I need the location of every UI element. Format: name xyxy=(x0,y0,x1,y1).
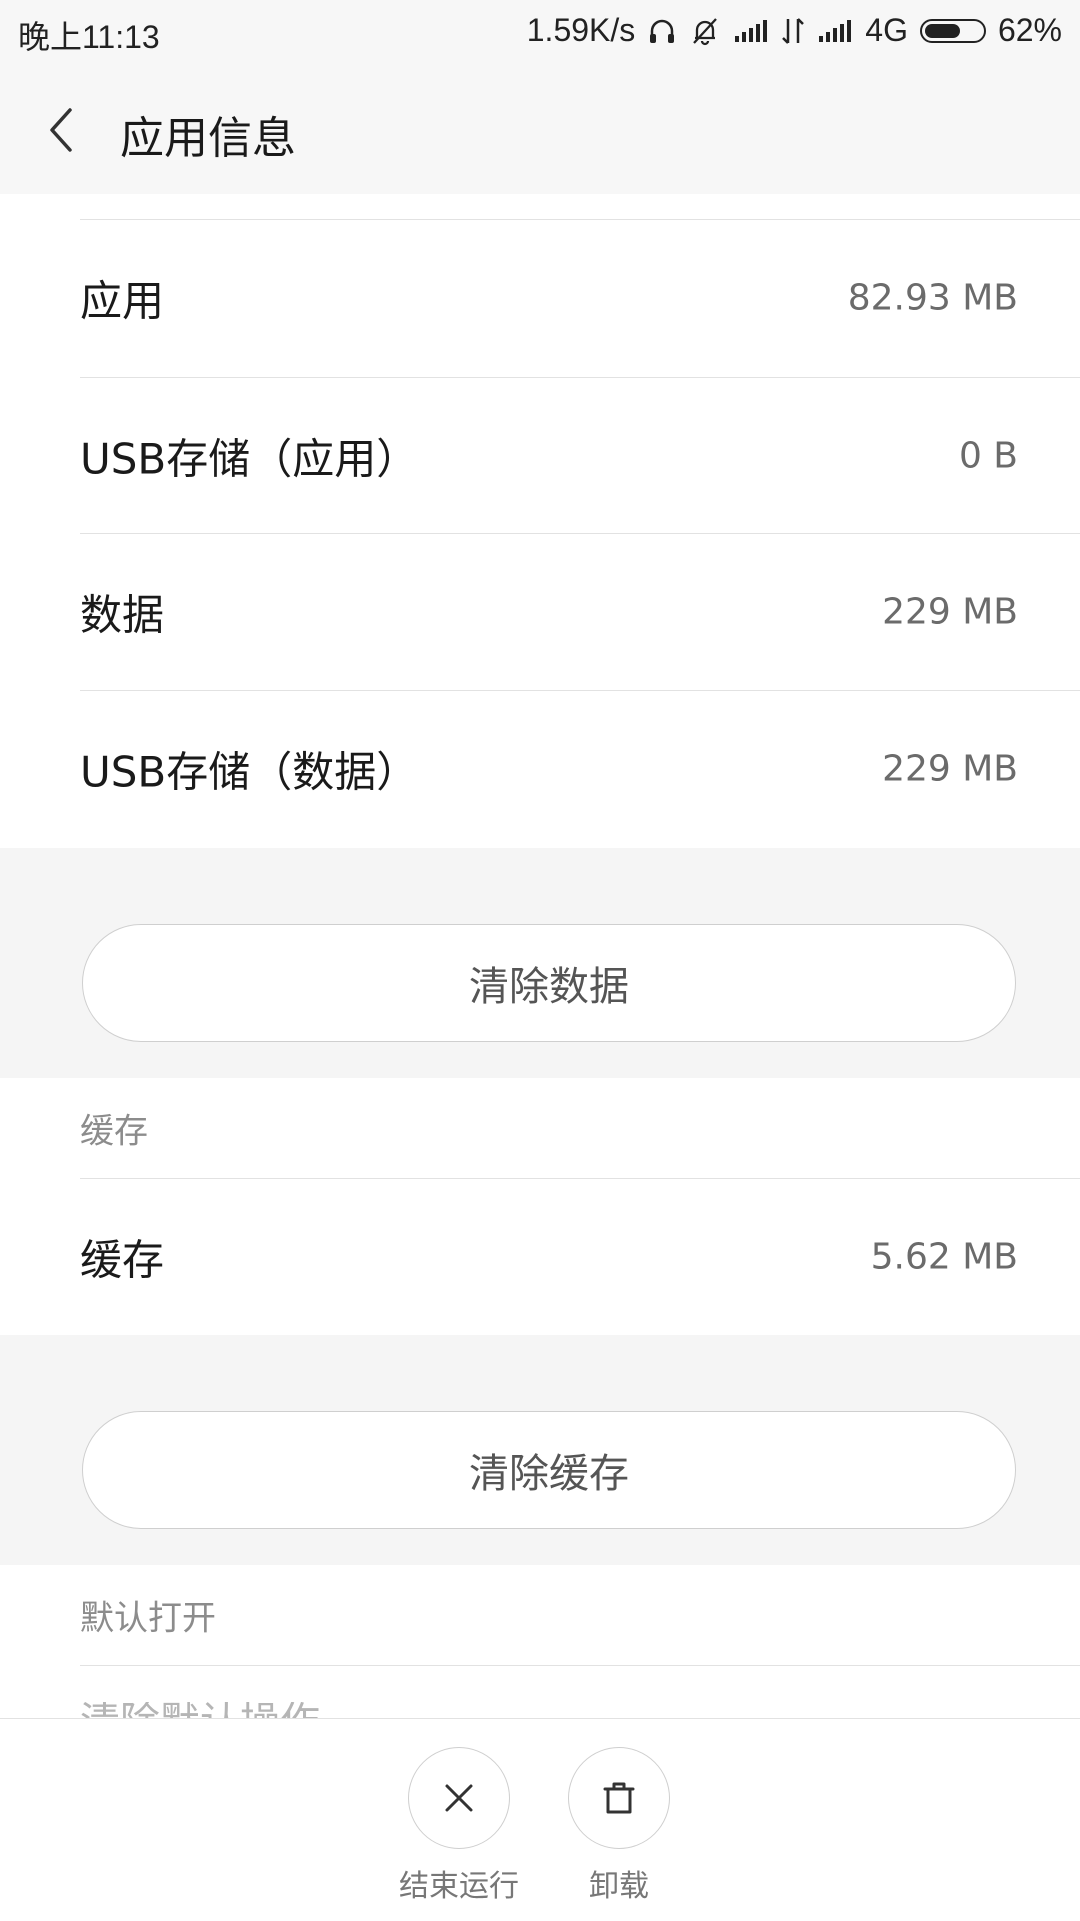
bottom-action-bar: 结束运行 卸载 xyxy=(0,1718,1080,1921)
storage-row-usb-app: USB存储（应用） 0 B xyxy=(0,378,1080,534)
clear-data-area: 清除数据 xyxy=(0,848,1080,1078)
status-bar: 晚上11:13 1.59K/s 4G 62% xyxy=(0,0,1080,64)
row-label: 应用 xyxy=(80,276,165,326)
battery-percent: 62% xyxy=(997,12,1062,48)
row-label: USB存储（应用） xyxy=(80,434,419,484)
battery-icon xyxy=(919,18,986,43)
section-header-text: 默认打开 xyxy=(80,1598,216,1639)
default-open-section-header: 默认打开 xyxy=(0,1566,1080,1664)
close-icon xyxy=(445,1784,473,1812)
status-time: 晚上11:13 xyxy=(18,19,160,55)
row-value: 0 B xyxy=(958,435,1018,477)
signal-icon-2 xyxy=(817,18,853,44)
network-speed: 1.59K/s xyxy=(526,12,636,48)
signal-icon-1 xyxy=(733,18,769,44)
clear-defaults-item-label[interactable]: 清除默认操作 xyxy=(80,1702,320,1718)
status-icons: 1.59K/s 4G 62% xyxy=(527,12,1062,49)
row-value: 229 MB xyxy=(882,748,1018,790)
uninstall-button[interactable] xyxy=(568,1747,670,1849)
page-title: 应用信息 xyxy=(120,113,296,164)
clear-cache-button[interactable]: 清除缓存 xyxy=(82,1411,1016,1529)
force-stop-button[interactable] xyxy=(408,1747,510,1849)
app-bar: 应用信息 xyxy=(0,64,1080,194)
storage-row-data: 数据 229 MB xyxy=(0,534,1080,690)
bell-muted-icon xyxy=(689,15,721,47)
row-value: 5.62 MB xyxy=(870,1236,1018,1278)
row-label: USB存储（数据） xyxy=(80,747,419,797)
row-value: 229 MB xyxy=(882,591,1018,633)
clear-data-button[interactable]: 清除数据 xyxy=(82,924,1016,1042)
headphones-icon xyxy=(647,16,677,46)
uninstall-label: 卸载 xyxy=(589,1869,649,1904)
section-header-text: 缓存 xyxy=(80,1111,148,1152)
cache-row: 缓存 5.62 MB xyxy=(0,1179,1080,1335)
storage-row-app: 应用 82.93 MB xyxy=(0,220,1080,376)
clear-cache-area: 清除缓存 xyxy=(0,1335,1080,1565)
chevron-left-icon xyxy=(50,108,72,152)
data-transfer-icon xyxy=(781,17,805,45)
row-label: 缓存 xyxy=(80,1235,165,1285)
back-button[interactable] xyxy=(40,102,90,158)
cache-section-header: 缓存 xyxy=(0,1079,1080,1177)
row-label: 数据 xyxy=(80,590,165,640)
network-type: 4G xyxy=(865,12,908,48)
storage-row-usb-data: USB存储（数据） 229 MB xyxy=(0,691,1080,847)
row-value: 82.93 MB xyxy=(847,277,1018,319)
divider xyxy=(80,1665,1080,1666)
trash-icon xyxy=(603,1782,635,1814)
